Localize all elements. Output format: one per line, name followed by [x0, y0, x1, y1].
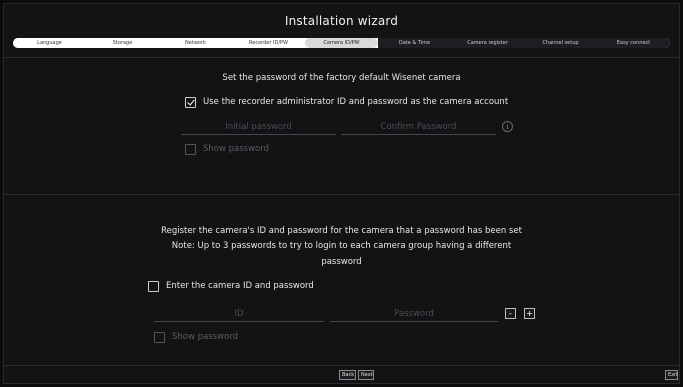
info-icon[interactable]: i	[502, 121, 513, 132]
step-language: Language	[13, 38, 86, 48]
step-recorder-id-pw: Recorder ID/PW	[232, 38, 305, 48]
add-password-button[interactable]: +	[524, 308, 535, 319]
camera-id-field[interactable]: ID	[154, 307, 324, 322]
divider-top	[4, 57, 679, 58]
factory-heading: Set the password of the factory default …	[222, 73, 461, 83]
show-password-checkbox-register[interactable]	[154, 332, 165, 343]
initial-password-field[interactable]: Initial password	[181, 120, 336, 135]
camera-password-field[interactable]: Password	[330, 307, 498, 322]
step-storage: Storage	[86, 38, 159, 48]
enter-camera-credentials-label: Enter the camera ID and password	[166, 281, 314, 291]
show-password-label-register: Show password	[172, 332, 238, 342]
divider-bottom	[4, 365, 679, 366]
divider-middle	[4, 194, 679, 195]
step-camera-register: Camera register	[451, 38, 524, 48]
show-password-checkbox-factory[interactable]	[185, 144, 196, 155]
next-button[interactable]: Next	[358, 370, 374, 380]
register-line-1: Register the camera's ID and password fo…	[161, 226, 522, 236]
exit-button[interactable]: Exit	[665, 370, 678, 380]
step-channel-setup: Channel setup	[524, 38, 597, 48]
confirm-password-field[interactable]: Confirm Password	[341, 120, 496, 135]
register-line-3: password	[321, 257, 362, 267]
register-line-2: Note: Up to 3 passwords to try to login …	[171, 241, 512, 251]
step-camera-id-pw: Camera ID/PW	[305, 38, 378, 48]
use-recorder-label: Use the recorder administrator ID and pa…	[203, 97, 509, 107]
back-button[interactable]: Back	[339, 370, 356, 380]
wizard-title: Installation wizard	[284, 14, 399, 28]
step-network: Network	[159, 38, 232, 48]
step-progress-bar: Language Storage Network Recorder ID/PW …	[13, 38, 670, 48]
remove-password-button[interactable]: -	[505, 308, 516, 319]
use-recorder-checkbox[interactable]	[185, 97, 196, 108]
step-date-time: Date & Time	[378, 38, 451, 48]
step-easy-connect: Easy connect	[597, 38, 670, 48]
show-password-label-factory: Show password	[203, 144, 269, 154]
enter-camera-credentials-checkbox[interactable]	[148, 281, 159, 292]
